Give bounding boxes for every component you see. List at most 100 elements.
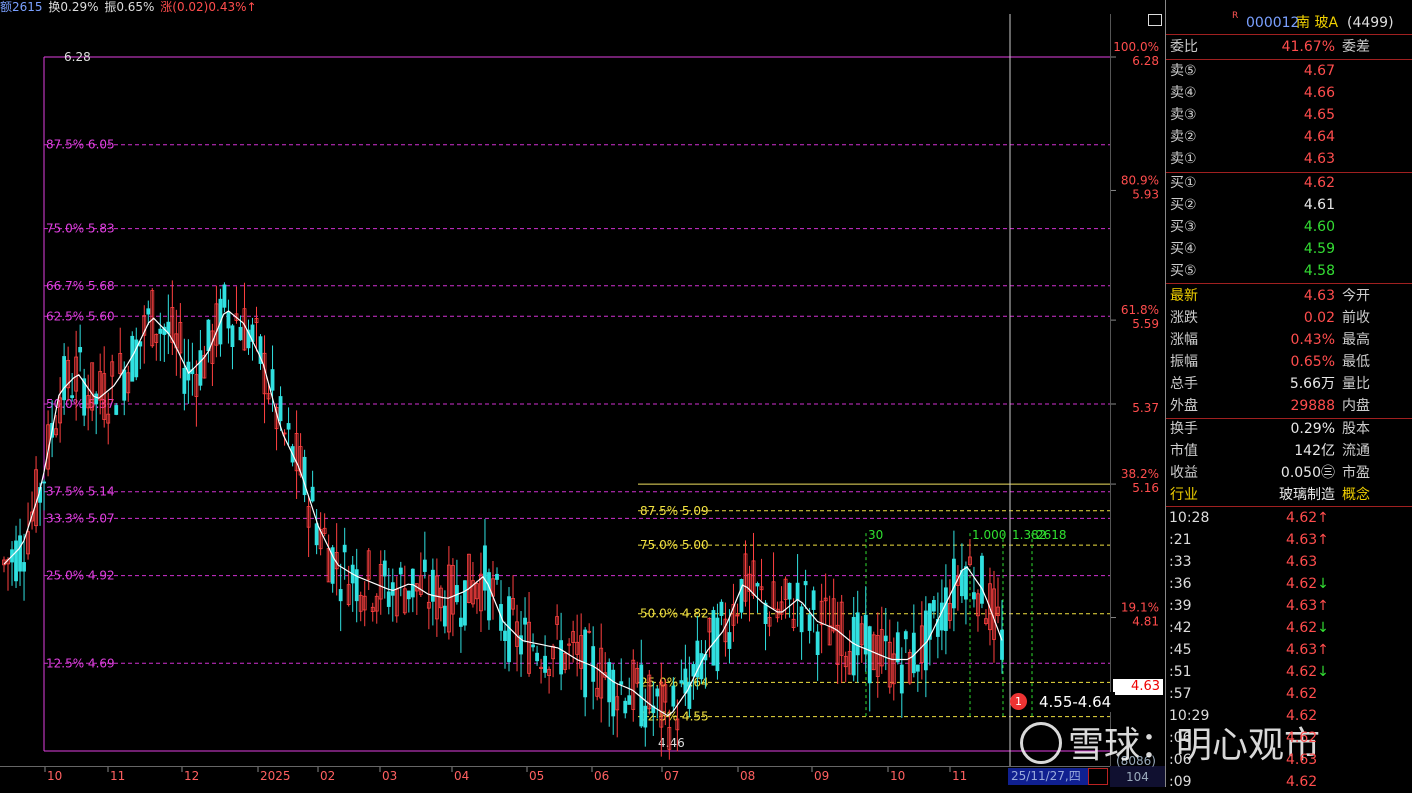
tick-price: 4.63 (1286, 554, 1318, 570)
candle-body (611, 669, 616, 717)
row-label-2: 股本 (1342, 421, 1370, 437)
quote-row: 买② 4.61 (1166, 194, 1412, 216)
candle-body (182, 368, 187, 394)
range-badge[interactable]: 1 (1010, 693, 1027, 710)
tick-time: :51 (1169, 664, 1192, 680)
row-label: 卖⑤ (1170, 63, 1197, 79)
candle-body (42, 481, 46, 484)
row-value: 4.58 (1303, 263, 1335, 279)
row-label: 买⑤ (1170, 263, 1197, 279)
tick-time: :33 (1169, 554, 1192, 570)
candlestick-chart[interactable]: 6.28 4.46 87.5% 6.05 75.0% 5.83 66.7% 5.68 62… (0, 14, 1110, 766)
quote-row: 最新 4.63 今开 (1166, 285, 1412, 307)
stock-count: (4499) (1347, 15, 1394, 31)
candle-body (679, 680, 684, 684)
candle-body (619, 681, 624, 685)
tick-time: 10:29 (1169, 708, 1210, 724)
candle-body (406, 590, 411, 600)
date-tick-label: 02 (320, 769, 335, 783)
quote-row: 外盘 29888 内盘 (1166, 395, 1412, 417)
candle-body (22, 562, 26, 572)
row-value: 0.050㊂ (1280, 465, 1335, 481)
row-label-2: 量比 (1342, 376, 1370, 392)
row-value: 0.29% (1290, 421, 1335, 437)
crosshair-date-tag: 25/11/27,四 (1008, 768, 1089, 785)
tick-price: 4.62↓ (1286, 576, 1329, 592)
candle-body (911, 632, 916, 674)
candle-body (711, 610, 716, 666)
row-value: 4.59 (1303, 241, 1335, 257)
candle-body (627, 695, 632, 705)
candle-body (410, 568, 415, 598)
row-label: 收益 (1170, 465, 1198, 481)
volume-footer-b: 104 (1126, 770, 1149, 784)
quote-row: 涨幅 0.43% 最高 (1166, 329, 1412, 351)
candle-body (559, 640, 564, 675)
fib-right-label: 12.5% 4.55 (640, 710, 709, 724)
stock-code: 000012 (1246, 15, 1300, 31)
candle-body (146, 308, 151, 315)
candle-body (483, 545, 487, 591)
candle-body (422, 559, 427, 572)
top-status-bar: 额2615 换0.29% 振0.65% 涨(0.02)0.43%↑ (0, 0, 1165, 14)
row-label: 涨跌 (1170, 310, 1198, 326)
amount-label: 额2615 (0, 0, 43, 14)
candle-body (495, 573, 499, 580)
tick-row: :09 4.62 (1166, 771, 1412, 793)
row-label-2: 最高 (1342, 332, 1370, 348)
quote-row: 买① 4.62 (1166, 172, 1412, 194)
tick-price: 4.62↓ (1286, 620, 1329, 636)
quote-row: 卖⑤ 4.67 (1166, 60, 1412, 82)
weibi-row: 委比 41.67% 委差 (1166, 36, 1412, 58)
axis-pct-label: 80.9% (1121, 173, 1159, 187)
stock-header[interactable]: R 000012 南 玻A (4499) (1166, 11, 1412, 34)
candle-body (699, 653, 704, 680)
row-label: 换手 (1170, 421, 1198, 437)
tick-row: :06 4.63 (1166, 749, 1412, 771)
down-arrow-icon: ↓ (1317, 620, 1329, 636)
candle-body (671, 685, 676, 707)
axis-price-label: 4.81 (1132, 615, 1159, 629)
fib-left-label: 66.7% 5.68 (46, 279, 115, 293)
axis-scroll-button[interactable] (1088, 768, 1108, 785)
candle-body (430, 569, 435, 602)
row-label: 涨幅 (1170, 332, 1198, 348)
candle-body (683, 668, 688, 694)
quote-row: 振幅 0.65% 最低 (1166, 351, 1412, 373)
fib-left-label: 12.5% 4.69 (46, 656, 115, 670)
row-value: 29888 (1290, 398, 1335, 414)
axis-pct-label: 61.8% (1121, 303, 1159, 317)
date-tick-label: 11 (110, 769, 125, 783)
axis-pct-label: 100.0% (1113, 40, 1159, 54)
row-label-2: 最低 (1342, 354, 1370, 370)
candle-body (899, 664, 904, 694)
date-tick-label: 06 (594, 769, 609, 783)
candle-body (883, 635, 888, 642)
fib-left-label: 75.0% 5.83 (46, 222, 115, 236)
tick-price: 4.62 (1286, 708, 1318, 724)
row-label-2: 流通 (1342, 443, 1370, 459)
date-tick-label: 08 (740, 769, 755, 783)
candle-body (463, 580, 467, 626)
tick-row: :57 4.62 (1166, 683, 1412, 705)
change-label: 涨(0.02)0.43%↑ (160, 0, 257, 14)
candle-body (591, 646, 596, 682)
volume-footer: (8086) 104 (1110, 754, 1165, 787)
axis-price-label: 5.37 (1132, 401, 1159, 415)
candle-body (158, 328, 163, 334)
candle-body (222, 284, 227, 308)
tick-row: :39 4.63↑ (1166, 595, 1412, 617)
candle-body (14, 540, 18, 582)
date-tick-label: 05 (529, 769, 544, 783)
quote-row: 买④ 4.59 (1166, 238, 1412, 260)
candle-body (198, 350, 203, 386)
green-marker-label: 30 (868, 528, 883, 542)
candle-body (70, 395, 75, 398)
candle-body (715, 617, 720, 672)
candle-body (939, 602, 944, 631)
row-value: 0.43% (1290, 332, 1335, 348)
candle-body (952, 558, 956, 609)
candle-body (815, 631, 820, 655)
candle-body (755, 583, 760, 587)
weicha-label: 委差 (1342, 39, 1370, 55)
